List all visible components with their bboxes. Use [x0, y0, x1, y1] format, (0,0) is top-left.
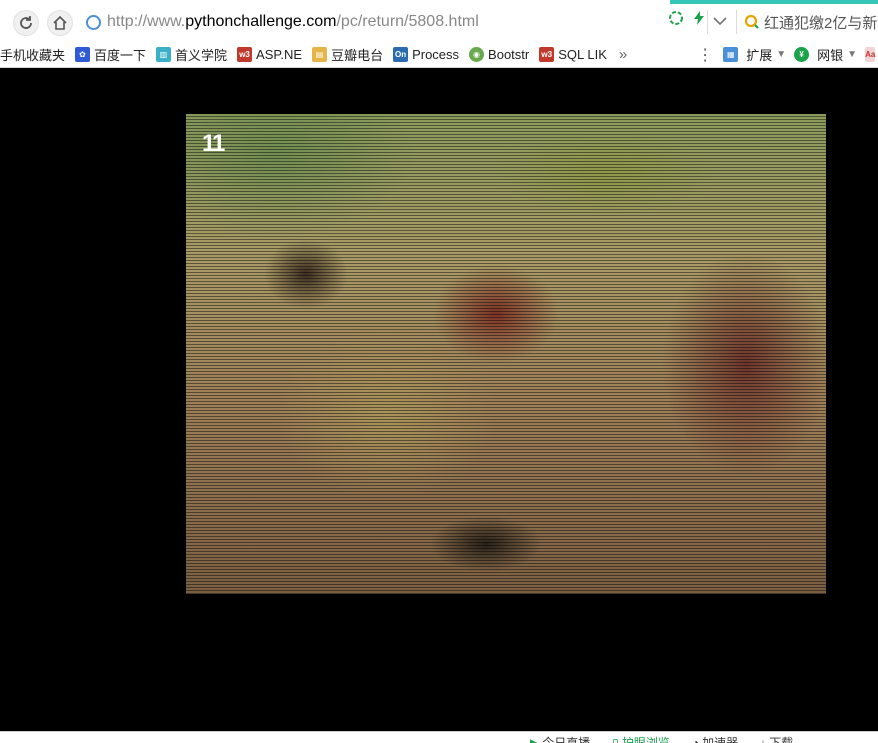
url-text[interactable]: http://www.pythonchallenge.com/pc/return… — [107, 13, 479, 31]
bookmark-douban-radio[interactable]: ▤ 豆瓣电台 — [312, 45, 383, 64]
separator — [707, 10, 708, 34]
status-items: ▶ 今日直播 ▯ 护眼浏览 ◔ 加速器 ↓ 下载 — [530, 734, 793, 743]
bootstrap-icon: ◉ — [469, 47, 485, 62]
kebab-icon[interactable]: ⋮ — [697, 45, 713, 65]
status-label: 护眼浏览 — [621, 736, 670, 743]
radio-icon: ▤ — [312, 47, 328, 62]
overlay-number: 11 — [202, 130, 225, 157]
chevron-down-icon[interactable] — [712, 14, 728, 28]
page-content: 11 — [0, 69, 878, 731]
netbank-label: 网银 — [817, 48, 844, 63]
video-frame: 11 — [186, 114, 826, 594]
globe-icon — [86, 14, 101, 30]
url-prefix: http://www. — [107, 13, 186, 30]
separator — [736, 10, 737, 34]
puzzle-icon: ▦ — [723, 47, 739, 62]
download-icon: ↓ — [760, 735, 767, 743]
bookmark-label: 手机收藏夹 — [0, 48, 66, 63]
bookmark-process[interactable]: On Process — [393, 47, 459, 62]
chevron-down-icon: ▼ — [847, 49, 858, 60]
on-icon: On — [393, 47, 409, 62]
phone-icon: ▯ — [612, 735, 619, 743]
gauge-icon: ◔ — [691, 735, 700, 743]
address-bar[interactable]: http://www.pythonchallenge.com/pc/return… — [86, 8, 736, 36]
chevron-down-icon: ▼ — [776, 49, 787, 60]
bookmark-label: Process — [412, 47, 460, 62]
bookmark-label: 首义学院 — [175, 48, 228, 63]
url-tools — [668, 10, 706, 26]
url-host: pythonchallenge.com — [185, 13, 337, 30]
paw-icon: ✿ — [75, 47, 91, 62]
bookmark-label: SQL LIK — [558, 47, 607, 62]
bookmarks-bar: 手机收藏夹 ✿ 百度一下 ▥ 首义学院 w3 ASP.NE ▤ 豆瓣电台 On Proce… — [0, 42, 878, 68]
status-bar: ▶ 今日直播 ▯ 护眼浏览 ◔ 加速器 ↓ 下载 — [0, 731, 878, 743]
play-icon: ▶ — [530, 735, 540, 743]
bookmark-bootstrap[interactable]: ◉ Bootstr — [469, 47, 529, 62]
bookmark-label: 百度一下 — [94, 48, 147, 63]
bookmark-baidu[interactable]: ✿ 百度一下 — [75, 45, 146, 64]
shield-icon: ¥ — [794, 47, 810, 62]
status-label: 今日直播 — [542, 736, 591, 743]
bookmark-label: 豆瓣电台 — [331, 48, 384, 63]
status-label: 加速器 — [702, 736, 739, 743]
extensions-label: 扩展 — [746, 48, 773, 63]
status-download[interactable]: ↓ 下载 — [760, 734, 793, 743]
w3-icon: w3 — [539, 47, 555, 62]
school-icon: ▥ — [156, 47, 172, 62]
home-button[interactable] — [47, 10, 73, 36]
status-eye-care[interactable]: ▯ 护眼浏览 — [612, 734, 670, 743]
w3-icon: w3 — [237, 47, 253, 62]
netbank-button[interactable]: ¥ 网银 ▼ — [794, 45, 857, 64]
reload-button[interactable] — [13, 10, 39, 36]
browser-toolbar: http://www.pythonchallenge.com/pc/return… — [0, 0, 878, 42]
bookmarks-more-button[interactable]: » — [619, 46, 627, 63]
search-text: 红通犯缴2亿与新 — [764, 14, 878, 32]
search-icon — [744, 14, 759, 29]
status-accelerator[interactable]: ◔ 加速器 — [692, 734, 738, 743]
reload-icon — [20, 16, 32, 29]
status-label: 下载 — [769, 736, 794, 743]
translate-icon[interactable]: Aa — [865, 47, 876, 62]
url-path: /pc/return/5808.html — [336, 13, 479, 30]
bookmark-aspnet[interactable]: w3 ASP.NE — [237, 47, 302, 62]
bookmark-sql-like[interactable]: w3 SQL LIK — [539, 47, 607, 62]
status-live[interactable]: ▶ 今日直播 — [530, 734, 590, 743]
refresh-green-icon[interactable] — [668, 10, 684, 26]
search-box[interactable]: 红通犯缴2亿与新 — [744, 10, 878, 34]
home-icon — [53, 15, 67, 30]
accent-line — [670, 0, 878, 4]
bookmark-label: ASP.NE — [256, 47, 303, 62]
bookmark-school[interactable]: ▥ 首义学院 — [156, 45, 227, 64]
bookmark-label: Bootstr — [488, 47, 530, 62]
extensions-button[interactable]: ▦ 扩展 ▼ — [723, 45, 786, 64]
lightning-icon[interactable] — [692, 10, 706, 26]
bookmark-mobile-favorites[interactable]: 手机收藏夹 — [0, 45, 65, 64]
